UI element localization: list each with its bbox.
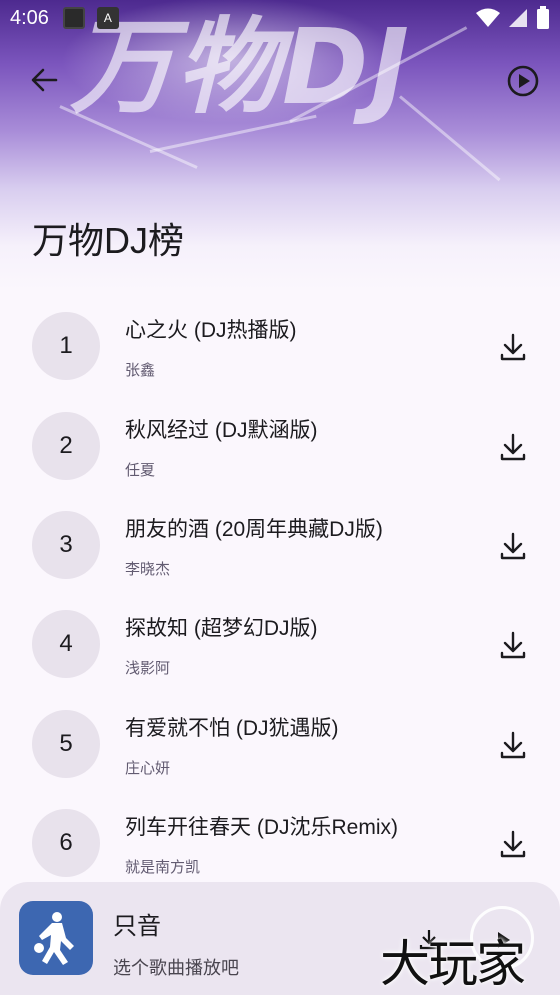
- song-title: 心之火 (DJ热播版): [125, 319, 297, 342]
- rank-badge: 6: [32, 809, 100, 877]
- basketball-player-icon: [34, 912, 74, 965]
- download-icon: [500, 631, 526, 659]
- cover-art: [19, 901, 93, 975]
- rank-badge: 1: [32, 312, 100, 380]
- wifi-icon: [476, 8, 500, 27]
- song-row[interactable]: 4 探故知 (超梦幻DJ版) 浅影阿: [0, 594, 560, 694]
- status-icons: [476, 6, 550, 30]
- song-artist: 李晓杰: [125, 561, 171, 578]
- rank-badge: 5: [32, 710, 100, 778]
- status-bar: 4:06 A: [0, 0, 560, 36]
- arrow-left-icon: [31, 68, 58, 92]
- download-button[interactable]: [496, 827, 530, 861]
- rank-badge: 4: [32, 610, 100, 678]
- download-icon: [500, 830, 526, 858]
- song-title: 列车开往春天 (DJ沈乐Remix): [125, 816, 398, 839]
- status-time: 4:06: [10, 6, 49, 29]
- download-button[interactable]: [496, 728, 530, 762]
- accessibility-notification-icon: A: [96, 7, 119, 29]
- download-button[interactable]: [496, 628, 530, 662]
- song-artist: 张鑫: [125, 362, 156, 379]
- download-icon: [500, 532, 526, 560]
- rank-badge: 3: [32, 511, 100, 579]
- download-icon: [500, 433, 526, 461]
- song-row[interactable]: 3 朋友的酒 (20周年典藏DJ版) 李晓杰: [0, 495, 560, 595]
- song-title: 秋风经过 (DJ默涵版): [125, 419, 318, 442]
- rank-badge: 2: [32, 412, 100, 480]
- play-circle-icon: [507, 65, 539, 97]
- play-all-button[interactable]: [506, 64, 540, 98]
- download-button[interactable]: [496, 529, 530, 563]
- page-title: 万物DJ榜: [32, 220, 184, 261]
- download-button[interactable]: [496, 430, 530, 464]
- song-title: 有爱就不怕 (DJ犹遇版): [125, 717, 339, 740]
- watermark-logo: 大玩家: [380, 935, 526, 993]
- back-button[interactable]: [24, 60, 64, 100]
- song-row[interactable]: 6 列车开往春天 (DJ沈乐Remix) 就是南方凯: [0, 793, 560, 893]
- song-artist: 任夏: [125, 462, 156, 479]
- song-row[interactable]: 1 心之火 (DJ热播版) 张鑫: [0, 296, 560, 396]
- download-icon: [500, 731, 526, 759]
- song-title: 探故知 (超梦幻DJ版): [125, 617, 318, 640]
- light-beam: [399, 95, 501, 182]
- download-button[interactable]: [496, 330, 530, 364]
- song-artist: 庄心妍: [125, 760, 171, 777]
- player-title: 只音: [113, 913, 161, 940]
- battery-icon: [537, 6, 549, 29]
- song-row[interactable]: 2 秋风经过 (DJ默涵版) 任夏: [0, 396, 560, 496]
- song-title: 朋友的酒 (20周年典藏DJ版): [125, 518, 383, 541]
- player-subtitle: 选个歌曲播放吧: [113, 958, 239, 978]
- song-artist: 就是南方凯: [125, 859, 201, 876]
- signal-icon: [509, 9, 527, 27]
- app-notification-icon: [62, 7, 85, 29]
- song-row[interactable]: 5 有爱就不怕 (DJ犹遇版) 庄心妍: [0, 694, 560, 794]
- download-icon: [500, 333, 526, 361]
- song-artist: 浅影阿: [125, 660, 171, 677]
